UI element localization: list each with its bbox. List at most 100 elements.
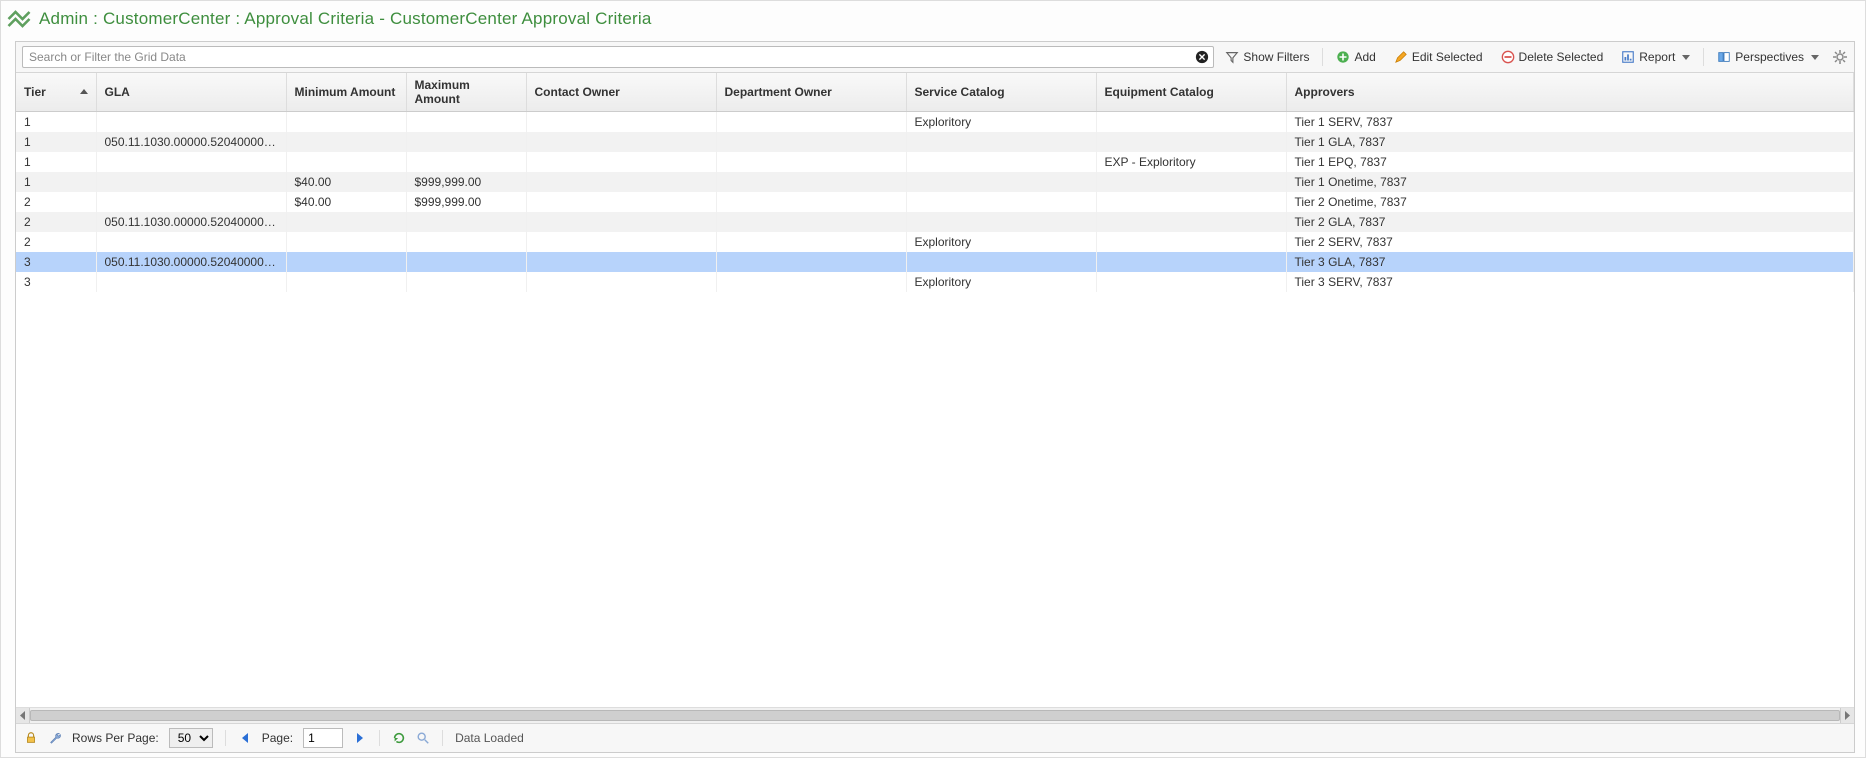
cell-contact[interactable] [526, 252, 716, 272]
cell-eq[interactable] [1096, 232, 1286, 252]
cell-gla[interactable] [96, 172, 286, 192]
show-filters-button[interactable]: Show Filters [1218, 47, 1316, 67]
col-svc[interactable]: Service Catalog [906, 73, 1096, 112]
refresh-icon[interactable] [392, 731, 406, 745]
cell-max[interactable] [406, 152, 526, 172]
col-appr[interactable]: Approvers [1286, 73, 1854, 112]
cell-eq[interactable] [1096, 252, 1286, 272]
cell-min[interactable] [286, 232, 406, 252]
cell-appr[interactable]: Tier 3 SERV, 7837 [1286, 272, 1854, 292]
cell-min[interactable]: $40.00 [286, 172, 406, 192]
next-page-icon[interactable] [353, 733, 367, 743]
cell-svc[interactable]: Exploritory [906, 272, 1096, 292]
cell-dept[interactable] [716, 172, 906, 192]
cell-tier[interactable]: 2 [16, 212, 96, 232]
cell-tier[interactable]: 2 [16, 192, 96, 212]
cell-max[interactable] [406, 112, 526, 133]
cell-min[interactable] [286, 212, 406, 232]
cell-max[interactable]: $999,999.00 [406, 192, 526, 212]
col-gla[interactable]: GLA [96, 73, 286, 112]
cell-gla[interactable] [96, 192, 286, 212]
cell-eq[interactable] [1096, 212, 1286, 232]
cell-gla[interactable] [96, 152, 286, 172]
cell-tier[interactable]: 3 [16, 252, 96, 272]
cell-max[interactable] [406, 132, 526, 152]
cell-min[interactable] [286, 252, 406, 272]
cell-dept[interactable] [716, 112, 906, 133]
col-tier[interactable]: Tier [16, 73, 96, 112]
settings-gear-icon[interactable] [1832, 49, 1848, 65]
cell-appr[interactable]: Tier 2 SERV, 7837 [1286, 232, 1854, 252]
cell-eq[interactable] [1096, 272, 1286, 292]
table-row[interactable]: 1EXP - ExploritoryTier 1 EPQ, 7837 [16, 152, 1854, 172]
report-button[interactable]: Report [1614, 47, 1697, 67]
table-row[interactable]: 3050.11.1030.00000.52040000.6270.000…Tie… [16, 252, 1854, 272]
cell-appr[interactable]: Tier 1 GLA, 7837 [1286, 132, 1854, 152]
cell-eq[interactable] [1096, 112, 1286, 133]
table-row[interactable]: 2$40.00$999,999.00Tier 2 Onetime, 7837 [16, 192, 1854, 212]
perspectives-button[interactable]: Perspectives [1710, 47, 1826, 67]
cell-tier[interactable]: 1 [16, 132, 96, 152]
scroll-right-icon[interactable] [1840, 708, 1854, 723]
cell-contact[interactable] [526, 152, 716, 172]
cell-tier[interactable]: 1 [16, 112, 96, 133]
magnifier-icon[interactable] [416, 731, 430, 745]
cell-max[interactable] [406, 272, 526, 292]
cell-max[interactable] [406, 232, 526, 252]
cell-contact[interactable] [526, 132, 716, 152]
cell-svc[interactable] [906, 192, 1096, 212]
cell-dept[interactable] [716, 252, 906, 272]
edit-selected-button[interactable]: Edit Selected [1387, 47, 1490, 67]
lock-icon[interactable] [24, 731, 38, 745]
cell-tier[interactable]: 1 [16, 172, 96, 192]
cell-dept[interactable] [716, 232, 906, 252]
cell-eq[interactable] [1096, 172, 1286, 192]
cell-svc[interactable]: Exploritory [906, 232, 1096, 252]
cell-gla[interactable]: 050.11.1030.00000.52040000.6270.000… [96, 252, 286, 272]
cell-gla[interactable]: 050.11.1030.00000.52040000.6270.000… [96, 132, 286, 152]
delete-selected-button[interactable]: Delete Selected [1494, 47, 1611, 67]
cell-max[interactable] [406, 212, 526, 232]
cell-dept[interactable] [716, 152, 906, 172]
cell-svc[interactable] [906, 252, 1096, 272]
clear-search-icon[interactable] [1194, 49, 1210, 65]
cell-svc[interactable] [906, 172, 1096, 192]
table-row[interactable]: 1050.11.1030.00000.52040000.6270.000… Tie… [16, 132, 1854, 152]
cell-contact[interactable] [526, 172, 716, 192]
horizontal-scrollbar[interactable] [16, 707, 1854, 723]
cell-contact[interactable] [526, 212, 716, 232]
cell-tier[interactable]: 1 [16, 152, 96, 172]
cell-gla[interactable] [96, 112, 286, 133]
search-input[interactable] [22, 46, 1214, 68]
cell-appr[interactable]: Tier 2 GLA, 7837 [1286, 212, 1854, 232]
scroll-thumb[interactable] [30, 710, 1840, 721]
cell-eq[interactable] [1096, 192, 1286, 212]
cell-appr[interactable]: Tier 1 EPQ, 7837 [1286, 152, 1854, 172]
cell-min[interactable] [286, 272, 406, 292]
table-row[interactable]: 1ExploritoryTier 1 SERV, 7837 [16, 112, 1854, 133]
cell-svc[interactable] [906, 212, 1096, 232]
data-grid[interactable]: Tier GLA Minimum Amount Maximum Amount C… [16, 73, 1854, 707]
col-eq[interactable]: Equipment Catalog [1096, 73, 1286, 112]
cell-eq[interactable] [1096, 132, 1286, 152]
prev-page-icon[interactable] [238, 733, 252, 743]
cell-dept[interactable] [716, 132, 906, 152]
cell-min[interactable] [286, 132, 406, 152]
page-input[interactable] [303, 728, 343, 748]
cell-contact[interactable] [526, 272, 716, 292]
cell-dept[interactable] [716, 192, 906, 212]
cell-min[interactable] [286, 152, 406, 172]
cell-appr[interactable]: Tier 2 Onetime, 7837 [1286, 192, 1854, 212]
cell-tier[interactable]: 2 [16, 232, 96, 252]
cell-gla[interactable]: 050.11.1030.00000.52040000.6270.000… [96, 212, 286, 232]
rows-per-page-select[interactable]: 50 [169, 728, 213, 748]
cell-svc[interactable]: Exploritory [906, 112, 1096, 133]
cell-max[interactable]: $999,999.00 [406, 172, 526, 192]
cell-svc[interactable] [906, 132, 1096, 152]
cell-dept[interactable] [716, 272, 906, 292]
cell-contact[interactable] [526, 112, 716, 133]
cell-max[interactable] [406, 252, 526, 272]
col-min[interactable]: Minimum Amount [286, 73, 406, 112]
table-row[interactable]: 1 $40.00$999,999.00 Tier 1 Onetime, 7837 [16, 172, 1854, 192]
cell-appr[interactable]: Tier 1 Onetime, 7837 [1286, 172, 1854, 192]
